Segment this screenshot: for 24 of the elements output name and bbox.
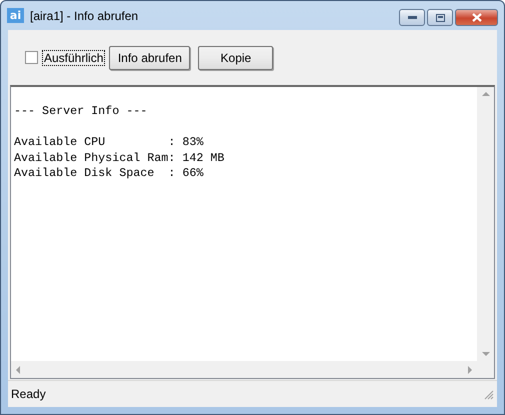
minimize-button[interactable] bbox=[399, 9, 425, 26]
copy-button[interactable]: Kopie bbox=[198, 46, 274, 70]
close-button[interactable] bbox=[455, 9, 498, 26]
maximize-button[interactable] bbox=[427, 9, 453, 26]
scroll-right-icon[interactable] bbox=[467, 366, 473, 374]
scroll-left-icon[interactable] bbox=[15, 366, 21, 374]
scroll-up-icon[interactable] bbox=[482, 91, 490, 97]
checkbox-label[interactable]: Ausführlich bbox=[42, 50, 106, 66]
resize-grip-icon[interactable] bbox=[483, 388, 494, 400]
checkbox[interactable] bbox=[25, 51, 38, 64]
vertical-scrollbar[interactable] bbox=[477, 87, 494, 361]
output-line: --- Server Info --- bbox=[14, 103, 148, 120]
status-text: Ready bbox=[11, 387, 46, 401]
output-line: Available CPU : 83% bbox=[14, 134, 204, 151]
fetch-info-button[interactable]: Info abrufen bbox=[109, 46, 190, 70]
horizontal-scrollbar[interactable] bbox=[11, 361, 477, 378]
output-line: Available Physical Ram: 142 MB bbox=[14, 150, 224, 166]
window-title: [aira1] - Info abrufen bbox=[30, 8, 140, 22]
output-line: Available Disk Space : 66% bbox=[14, 166, 204, 182]
close-icon bbox=[472, 13, 482, 22]
maximize-icon bbox=[436, 14, 444, 22]
scroll-down-icon[interactable] bbox=[482, 351, 490, 357]
app-icon: ai bbox=[7, 8, 24, 23]
minimize-icon bbox=[408, 16, 416, 19]
